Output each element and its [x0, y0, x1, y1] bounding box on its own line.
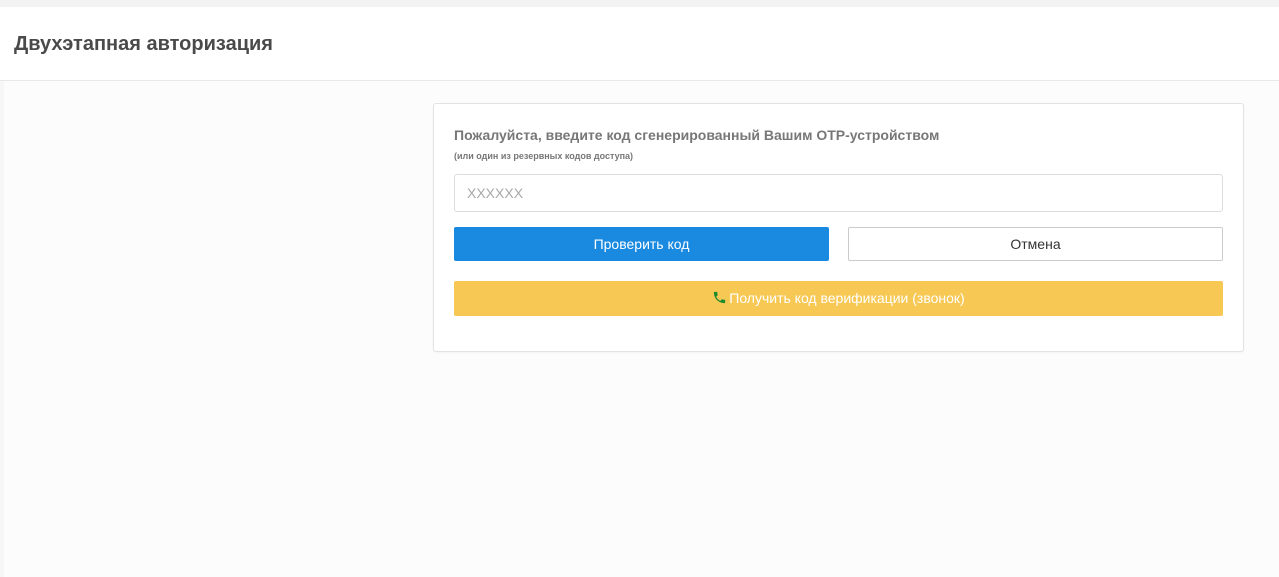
phone-icon	[714, 291, 726, 304]
otp-prompt: Пожалуйста, введите код сгенерированный …	[454, 127, 940, 143]
verify-code-button[interactable]: Проверить код	[454, 227, 829, 261]
request-call-code-label: Получить код верификации (звонок)	[729, 290, 965, 306]
page-header: Двухэтапная авторизация	[0, 7, 1279, 81]
cancel-button[interactable]: Отмена	[848, 227, 1223, 261]
request-call-code-button[interactable]: Получить код верификации (звонок)	[454, 281, 1223, 316]
otp-code-input[interactable]	[454, 174, 1223, 212]
top-strip	[0, 0, 1279, 7]
left-edge	[0, 81, 4, 577]
backup-codes-hint: (или один из резервных кодов доступа)	[454, 151, 634, 161]
otp-card: Пожалуйста, введите код сгенерированный …	[433, 103, 1244, 352]
page-title: Двухэтапная авторизация	[14, 33, 273, 55]
